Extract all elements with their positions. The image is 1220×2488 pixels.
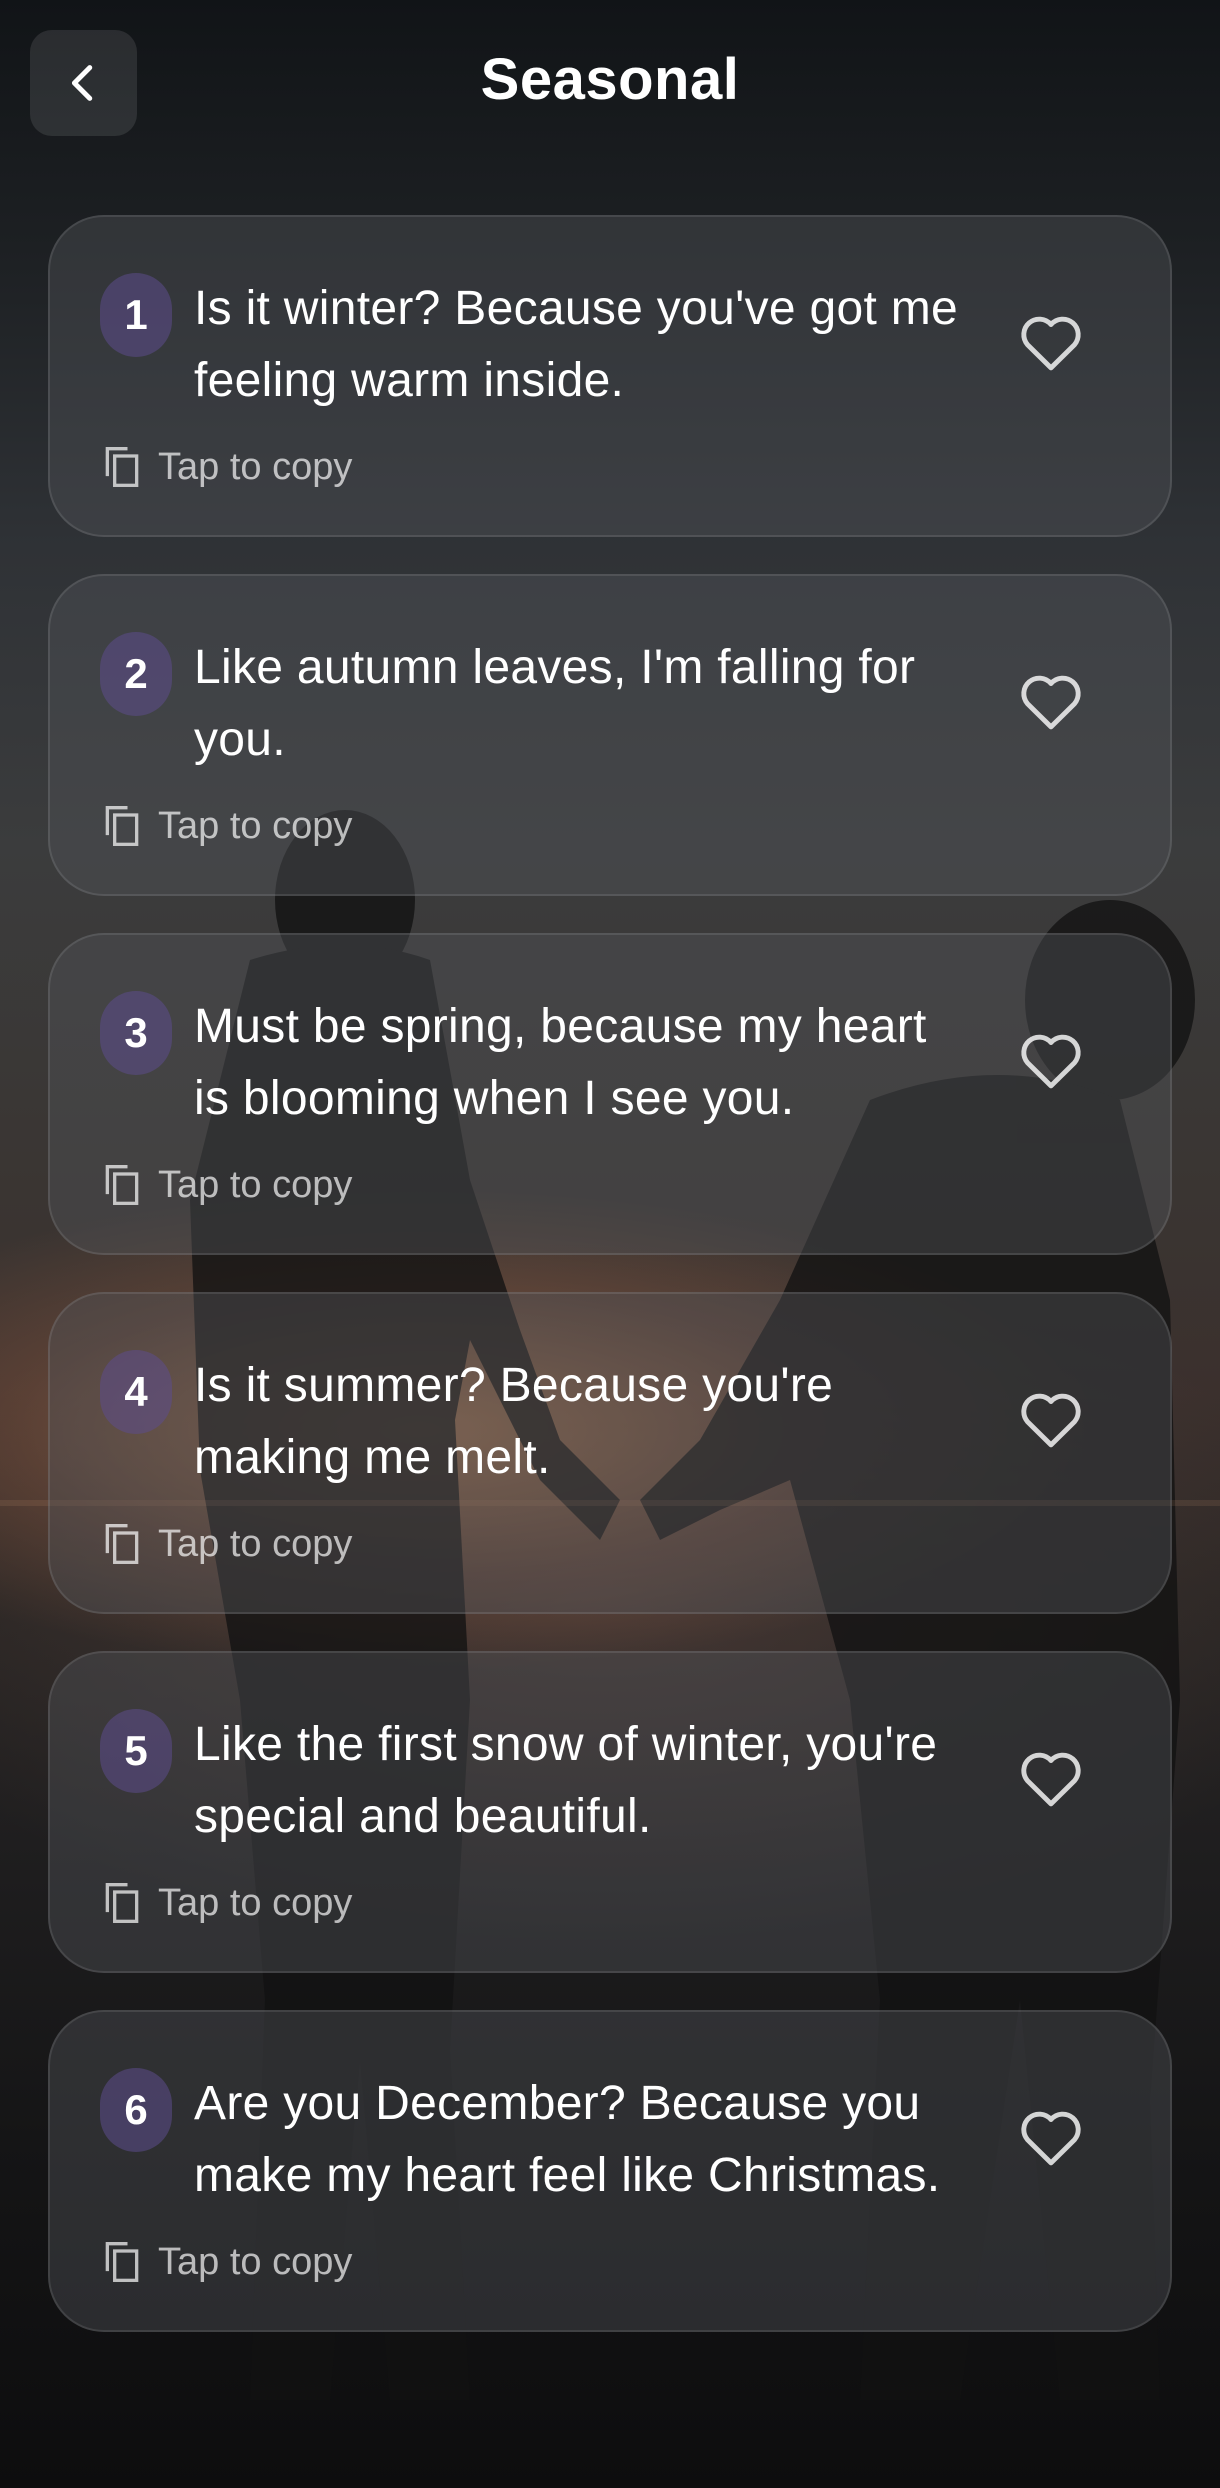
copy-icon	[105, 1165, 139, 1205]
quote-card[interactable]: 3 Must be spring, because my heart is bl…	[48, 933, 1172, 1255]
quote-list: 1 Is it winter? Because you've got me fe…	[48, 215, 1172, 2369]
copy-label: Tap to copy	[158, 1522, 353, 1565]
copy-hint[interactable]: Tap to copy	[100, 1879, 970, 1927]
quote-card[interactable]: 4 Is it summer? Because you're making me…	[48, 1292, 1172, 1614]
quote-text: Is it summer? Because you're making me m…	[194, 1359, 834, 1484]
copy-label: Tap to copy	[158, 2240, 353, 2283]
quote-number-badge: 5	[100, 1709, 172, 1793]
quote-card[interactable]: 1 Is it winter? Because you've got me fe…	[48, 215, 1172, 537]
copy-hint[interactable]: Tap to copy	[100, 443, 970, 491]
quote-text: Like autumn leaves, I'm falling for you.	[194, 641, 916, 766]
copy-label: Tap to copy	[158, 1163, 353, 1206]
favorite-button[interactable]	[1016, 1025, 1086, 1095]
heart-icon	[1021, 675, 1081, 730]
favorite-button[interactable]	[1016, 1384, 1086, 1454]
copy-icon	[105, 1524, 139, 1564]
quote-number-badge: 6	[100, 2068, 172, 2152]
favorite-button[interactable]	[1016, 307, 1086, 377]
quote-card[interactable]: 5 Like the first snow of winter, you're …	[48, 1651, 1172, 1973]
quote-number-badge: 1	[100, 273, 172, 357]
copy-icon	[105, 447, 139, 487]
quote-card[interactable]: 2 Like autumn leaves, I'm falling for yo…	[48, 574, 1172, 896]
copy-icon	[105, 2242, 139, 2282]
copy-icon	[105, 1883, 139, 1923]
heart-icon	[1021, 1752, 1081, 1807]
page-title: Seasonal	[480, 47, 740, 112]
copy-hint[interactable]: Tap to copy	[100, 1161, 970, 1209]
quote-text: Like the first snow of winter, you're sp…	[194, 1718, 938, 1843]
favorite-button[interactable]	[1016, 2102, 1086, 2172]
quote-card[interactable]: 6 Are you December? Because you make my …	[48, 2010, 1172, 2332]
favorite-button[interactable]	[1016, 666, 1086, 736]
quote-number-badge: 2	[100, 632, 172, 716]
copy-hint[interactable]: Tap to copy	[100, 2238, 970, 2286]
quote-text: Must be spring, because my heart is bloo…	[194, 1000, 927, 1125]
heart-icon	[1021, 1393, 1081, 1448]
heart-icon	[1021, 316, 1081, 371]
heart-icon	[1021, 1034, 1081, 1089]
copy-hint[interactable]: Tap to copy	[100, 802, 970, 850]
copy-label: Tap to copy	[158, 804, 353, 847]
heart-icon	[1021, 2111, 1081, 2166]
favorite-button[interactable]	[1016, 1743, 1086, 1813]
quote-number-badge: 4	[100, 1350, 172, 1434]
copy-label: Tap to copy	[158, 445, 353, 488]
quote-text: Are you December? Because you make my he…	[194, 2077, 941, 2202]
quote-text: Is it winter? Because you've got me feel…	[194, 282, 959, 407]
top-app-bar: Seasonal	[0, 0, 1220, 170]
copy-hint[interactable]: Tap to copy	[100, 1520, 970, 1568]
copy-label: Tap to copy	[158, 1881, 353, 1924]
quote-number-badge: 3	[100, 991, 172, 1075]
copy-icon	[105, 806, 139, 846]
